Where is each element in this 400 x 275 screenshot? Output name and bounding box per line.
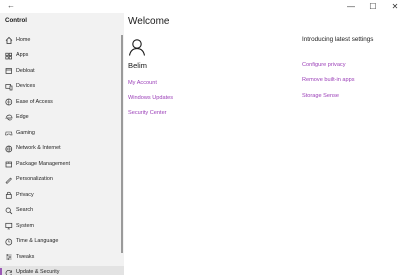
sidebar-item-network-and-internet[interactable]: Network & Internet [0, 142, 124, 158]
sidebar-item-label: Time & Language [16, 238, 59, 244]
time-language-icon [5, 238, 13, 246]
sidebar-item-label: Devices [16, 83, 36, 89]
person-icon [128, 38, 146, 56]
gaming-icon [5, 129, 13, 137]
sidebar-item-label: Tweaks [16, 253, 35, 260]
security-center-link[interactable]: Security Center [128, 110, 167, 116]
sidebar-item-time-and-language[interactable]: Time & Language [0, 235, 124, 251]
back-button[interactable]: ← [6, 1, 16, 11]
tweaks-icon [5, 253, 12, 261]
sidebar-item-label: Update & Security [16, 269, 60, 275]
lock-icon [5, 191, 12, 199]
sidebar-item-edge[interactable]: Edge [0, 111, 124, 127]
sidebar-item-label: Package Management [16, 160, 70, 167]
intro-heading: Introducing latest settings [302, 36, 374, 43]
sidebar-item-devices[interactable]: Devices [0, 80, 124, 96]
personalization-icon [5, 176, 12, 184]
search-icon [5, 207, 13, 215]
sidebar-item-label: Gaming [16, 129, 35, 136]
maximize-button[interactable]: ☐ [362, 0, 384, 13]
sidebar-item-label: Ease of Access [16, 98, 53, 105]
sidebar-nav: Home Apps Debloat Devices Ease of Access Edge… [0, 33, 124, 275]
remove-builtin-apps-link[interactable]: Remove built-in apps [302, 77, 355, 83]
minimize-button[interactable]: — [340, 0, 362, 13]
user-name: Belim [128, 61, 147, 70]
sidebar-item-tweaks[interactable]: Tweaks [0, 250, 124, 266]
sidebar-item-label: Network & Internet [16, 145, 61, 151]
main-content: Welcome Belim My Account Windows Updates… [124, 13, 400, 275]
sidebar-item-privacy[interactable]: Privacy [0, 188, 124, 204]
sidebar-item-label: System [16, 222, 34, 229]
sidebar-item-label: Personalization [16, 176, 53, 182]
debloat-icon [5, 67, 12, 75]
network-icon [5, 145, 13, 153]
sidebar-item-personalization[interactable]: Personalization [0, 173, 124, 189]
my-account-link[interactable]: My Account [128, 80, 157, 86]
close-button[interactable]: ✕ [384, 0, 400, 13]
sidebar-item-home[interactable]: Home [0, 33, 124, 49]
ease-of-access-icon [5, 98, 13, 106]
sidebar-item-debloat[interactable]: Debloat [0, 64, 124, 80]
sidebar-item-label: Search [16, 207, 34, 213]
sidebar-item-label: Debloat [16, 67, 35, 74]
apps-icon [5, 52, 12, 60]
sidebar-scrollbar[interactable] [121, 35, 123, 253]
devices-icon [5, 83, 13, 91]
update-icon [5, 269, 12, 275]
app-title: Control [5, 17, 27, 24]
edge-icon [5, 114, 13, 122]
sidebar-item-label: Edge [16, 114, 29, 120]
title-bar: ← — ☐ ✕ [0, 0, 400, 13]
sidebar-item-search[interactable]: Search [0, 204, 124, 220]
sidebar: Control Home Apps Debloat Devices Ease of Ac… [0, 13, 124, 275]
sidebar-item-system[interactable]: System [0, 219, 124, 235]
storage-sense-link[interactable]: Storage Sense [302, 93, 339, 99]
app-window: ← — ☐ ✕ Control Home Apps Debloat Devices Ea… [0, 0, 400, 275]
sidebar-item-label: Apps [16, 52, 29, 58]
home-icon [5, 36, 13, 44]
sidebar-item-gaming[interactable]: Gaming [0, 126, 124, 142]
sidebar-item-ease-of-access[interactable]: Ease of Access [0, 95, 124, 111]
page-title: Welcome [128, 16, 170, 27]
sidebar-item-update-and-security[interactable]: Update & Security [0, 265, 124, 275]
package-icon [5, 160, 12, 168]
system-icon [5, 222, 13, 230]
sidebar-item-label: Privacy [16, 191, 34, 198]
sidebar-item-label: Home [16, 36, 31, 43]
windows-updates-link[interactable]: Windows Updates [128, 95, 173, 101]
sidebar-item-apps[interactable]: Apps [0, 49, 124, 65]
sidebar-item-package-management[interactable]: Package Management [0, 157, 124, 173]
configure-privacy-link[interactable]: Configure privacy [302, 62, 346, 68]
